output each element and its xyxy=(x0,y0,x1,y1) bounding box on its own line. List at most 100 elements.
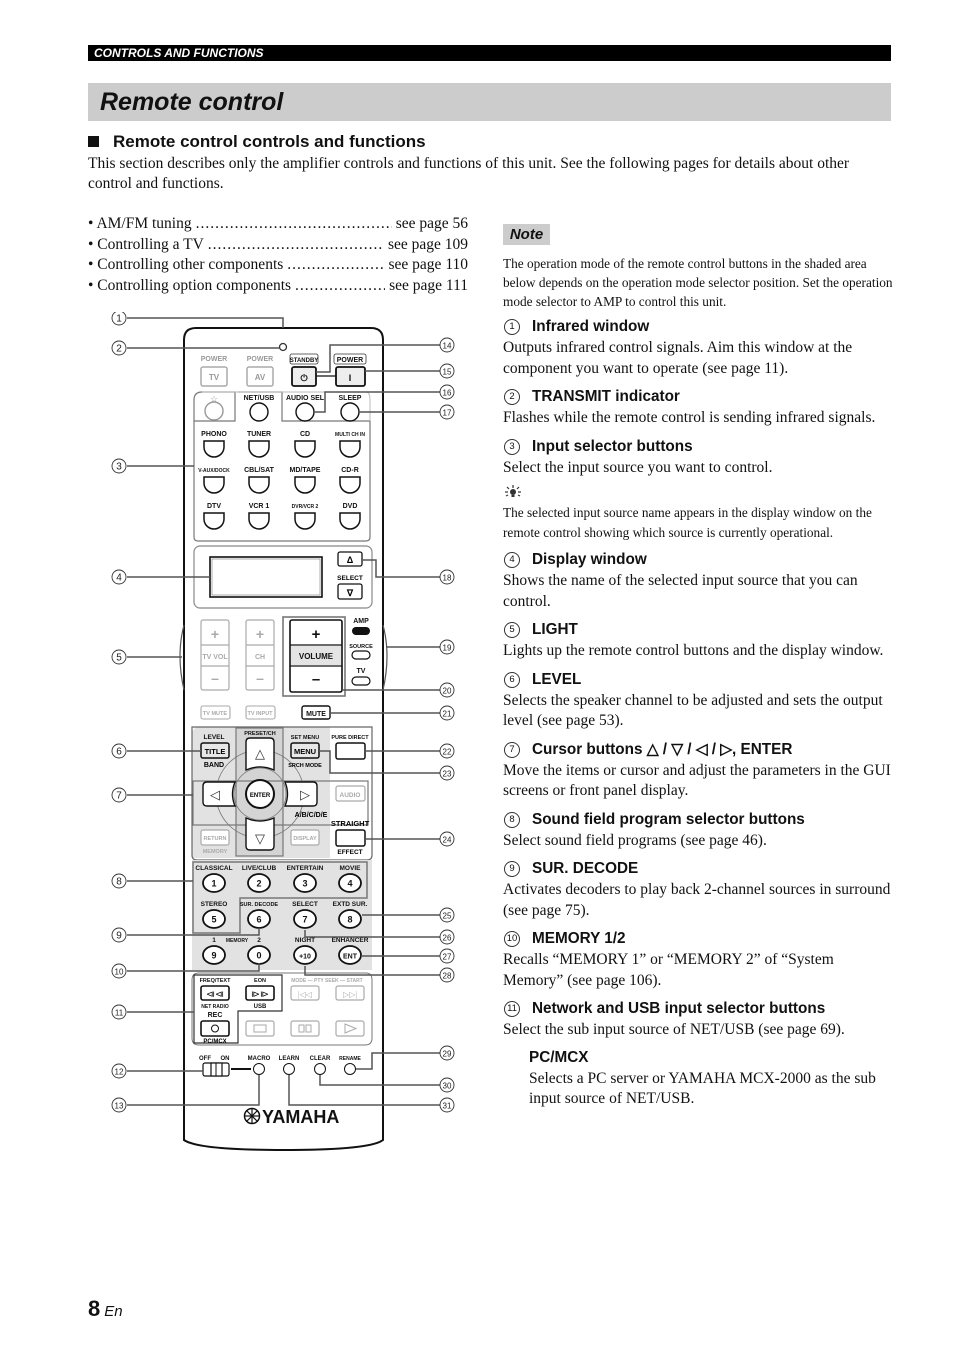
net-radio-button[interactable]: ⧏⧏ xyxy=(200,985,230,1001)
mode-selector-source[interactable] xyxy=(351,650,371,660)
input-button[interactable] xyxy=(339,512,361,530)
input-button[interactable] xyxy=(248,476,270,494)
clear-button[interactable] xyxy=(314,1063,326,1075)
mode-selector-amp[interactable] xyxy=(352,627,370,635)
usb-button[interactable]: ⧐⧐ xyxy=(245,985,275,1001)
callout-number: 26 xyxy=(443,934,452,943)
power-av-button[interactable]: AV xyxy=(246,366,274,387)
input-label: DTV xyxy=(207,503,221,510)
tv-vol-down-button[interactable]: – xyxy=(211,670,219,686)
enter-button[interactable]: ENTER xyxy=(245,779,275,809)
clear-label: CLEAR xyxy=(310,1056,331,1062)
display-button[interactable]: DISPLAY xyxy=(290,829,320,846)
callout-number: 8 xyxy=(116,877,122,888)
net-usb-button[interactable] xyxy=(249,402,269,422)
input-label: DVR/VCR 2 xyxy=(292,504,319,510)
callout-number: 22 xyxy=(443,748,452,757)
svg-text:MENU: MENU xyxy=(294,747,316,756)
return-button[interactable]: RETURN xyxy=(200,829,230,846)
tv-vol-up-button[interactable]: + xyxy=(211,626,219,642)
cursor-left-button[interactable]: ◁ xyxy=(202,781,237,807)
item-input-selector: 3 Input selector buttons Select the input… xyxy=(503,436,895,543)
svg-text:TITLE: TITLE xyxy=(205,747,226,756)
number-label: 9 xyxy=(211,951,216,961)
input-button[interactable] xyxy=(294,512,316,530)
program-label: CLASSICAL xyxy=(195,865,232,872)
skip-back-button[interactable]: |◁◁ xyxy=(290,985,320,1001)
callout-number: 23 xyxy=(443,770,452,779)
note-label: Note xyxy=(503,224,550,245)
lightbulb-icon xyxy=(503,484,895,503)
menu-button[interactable]: MENU xyxy=(290,742,320,759)
input-button[interactable] xyxy=(294,476,316,494)
straight-effect-button[interactable] xyxy=(335,829,366,847)
select-down-button[interactable]: ∇ xyxy=(337,583,363,600)
item-body: Selects the speaker channel to be adjust… xyxy=(503,691,883,730)
power-receiver-label: POWER xyxy=(337,357,363,364)
section-header-label: CONTROLS AND FUNCTIONS xyxy=(94,46,264,60)
macro-button[interactable] xyxy=(253,1063,265,1075)
input-button[interactable] xyxy=(339,476,361,494)
input-button[interactable] xyxy=(339,440,361,458)
mode-selector-tv[interactable] xyxy=(351,676,371,686)
cursor-down-button[interactable]: ▽ xyxy=(245,816,275,851)
source-label: SOURCE xyxy=(349,644,373,650)
macro-switch[interactable] xyxy=(202,1062,230,1077)
light-button[interactable] xyxy=(204,401,224,421)
callout-number: 5 xyxy=(116,653,122,664)
item-body: Select the sub input source of NET/USB (… xyxy=(503,1021,845,1038)
audio-button[interactable]: AUDIO xyxy=(335,785,366,802)
volume-up-button[interactable]: + xyxy=(312,626,321,643)
svg-text:MUTE: MUTE xyxy=(306,711,326,718)
select-up-button[interactable]: Δ xyxy=(337,551,363,567)
svg-text:I: I xyxy=(349,373,352,383)
usb-label: USB xyxy=(254,1004,267,1010)
program-label: ENTERTAIN xyxy=(287,865,324,872)
volume-down-button[interactable]: – xyxy=(312,671,320,688)
number-label: 2 xyxy=(256,879,261,889)
input-button[interactable] xyxy=(203,440,225,458)
pause-button[interactable] xyxy=(290,1020,320,1037)
number-label: 3 xyxy=(302,879,307,889)
on-label: ON xyxy=(221,1056,230,1062)
play-button[interactable] xyxy=(335,1020,365,1037)
item-sound-field: 8 Sound field program selector buttons Se… xyxy=(503,809,895,852)
ch-down-button[interactable]: – xyxy=(256,670,264,686)
learn-button[interactable] xyxy=(283,1063,295,1075)
rename-button[interactable] xyxy=(344,1063,356,1075)
item-transmit-indicator: 2 TRANSMIT indicator Flashes while the re… xyxy=(503,386,895,429)
input-button[interactable] xyxy=(203,512,225,530)
item-body: Shows the name of the selected input sou… xyxy=(503,572,858,610)
item-number: 11 xyxy=(504,1001,520,1017)
power-tv-button[interactable]: TV xyxy=(200,366,228,387)
input-button[interactable] xyxy=(203,476,225,494)
tv-mute-button[interactable]: TV MUTE xyxy=(200,705,231,720)
item-title: LEVEL xyxy=(532,670,582,688)
learn-label: LEARN xyxy=(279,1056,300,1062)
number-label: 0 xyxy=(256,951,261,961)
cursor-right-button[interactable]: ▷ xyxy=(283,781,318,807)
input-button[interactable] xyxy=(248,440,270,458)
power-button[interactable]: I xyxy=(335,366,366,387)
level-title-button[interactable]: TITLE xyxy=(200,742,230,759)
input-button[interactable] xyxy=(294,440,316,458)
audio-sel-button[interactable] xyxy=(295,402,315,422)
skip-forward-button[interactable]: ▷▷| xyxy=(335,985,365,1001)
pure-direct-button[interactable] xyxy=(335,742,366,760)
sleep-button[interactable] xyxy=(340,402,360,422)
mute-button[interactable]: MUTE xyxy=(301,705,331,720)
item-title: SUR. DECODE xyxy=(532,860,639,877)
sleep-label: SLEEP xyxy=(339,395,362,402)
standby-label: STANDBY xyxy=(290,358,319,364)
item-title: Display window xyxy=(532,551,647,568)
callout-number: 18 xyxy=(443,574,452,583)
cursor-up-button[interactable]: △ xyxy=(245,737,275,772)
stop-button[interactable] xyxy=(245,1020,275,1037)
mode-pty-seek-label: MODE — PTY SEEK — START xyxy=(291,978,363,984)
ch-up-button[interactable]: + xyxy=(256,626,264,642)
svg-text:∇: ∇ xyxy=(346,588,354,598)
tv-input-button[interactable]: TV INPUT xyxy=(245,705,276,720)
input-button[interactable] xyxy=(248,512,270,530)
pc-mcx-button[interactable] xyxy=(200,1020,230,1037)
standby-button[interactable]: ⏻ xyxy=(291,366,317,387)
